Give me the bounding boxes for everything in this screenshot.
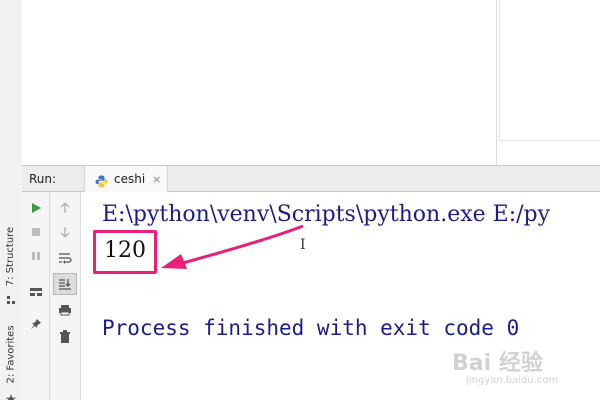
- python-icon: [95, 173, 108, 187]
- favorites-tab-label: 2: Favorites: [5, 324, 17, 384]
- down-arrow-icon[interactable]: [55, 222, 75, 242]
- star-icon: [6, 389, 16, 400]
- scroll-to-end-icon[interactable]: [53, 273, 77, 295]
- run-toolbar-primary: [22, 192, 50, 400]
- trash-icon[interactable]: [55, 326, 75, 346]
- close-icon[interactable]: ×: [152, 173, 161, 186]
- side-pane-divider: [499, 0, 500, 140]
- console-exit-message: Process finished with exit code 0: [102, 316, 520, 340]
- up-arrow-icon[interactable]: [55, 198, 75, 218]
- side-pane-bottom-divider: [499, 140, 600, 141]
- structure-tab-label: 7: Structure: [5, 226, 17, 286]
- stop-icon[interactable]: [26, 222, 46, 242]
- ide-window: 7: Structure 2: Favorites Run: ceshi × E…: [0, 0, 600, 400]
- structure-tab[interactable]: 7: Structure: [3, 224, 19, 288]
- run-label: Run:: [29, 172, 57, 186]
- run-toolbar-secondary: [50, 192, 81, 400]
- soft-wrap-icon[interactable]: [55, 248, 75, 268]
- run-tab-ceshi[interactable]: ceshi ×: [84, 166, 168, 192]
- pin-icon[interactable]: [26, 314, 46, 334]
- watermark-sub: jingyan.baidu.com: [466, 375, 559, 386]
- annotation-arrow: [161, 224, 304, 269]
- play-icon[interactable]: [26, 198, 46, 218]
- left-tool-strip: 7: Structure 2: Favorites: [0, 0, 23, 400]
- layout-icon[interactable]: [26, 282, 46, 302]
- structure-icon: [6, 290, 16, 304]
- run-tab-label: ceshi: [114, 172, 146, 186]
- console-result: 120: [104, 238, 146, 263]
- watermark-main: Bai 经验: [452, 351, 543, 376]
- text-cursor: I: [300, 237, 306, 253]
- run-panel-header: Run: ceshi ×: [22, 165, 600, 192]
- pause-icon[interactable]: [26, 246, 46, 266]
- baidu-watermark: Bai 经验 jingyan.baidu.com: [452, 345, 592, 397]
- print-icon[interactable]: [55, 300, 75, 320]
- favorites-tab[interactable]: 2: Favorites: [3, 322, 19, 386]
